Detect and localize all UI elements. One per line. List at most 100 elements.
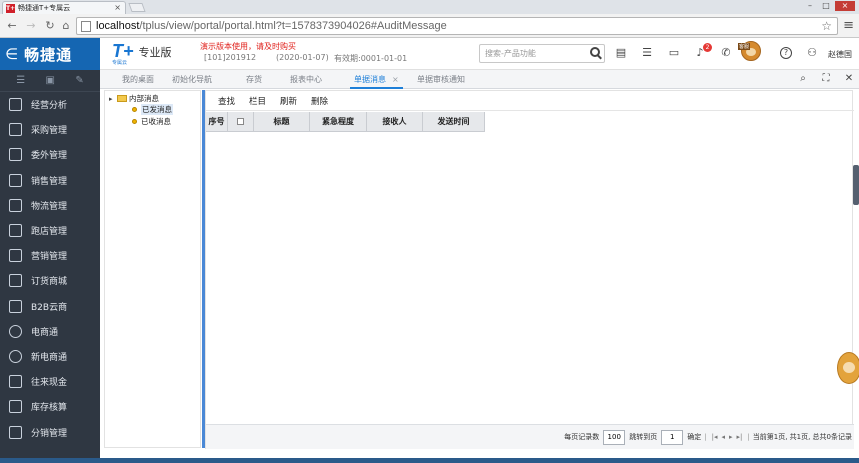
home-icon[interactable]: ⌂ [59,19,73,33]
jump-page-input[interactable] [661,429,684,445]
app-header: ∈ 畅捷通 T+ 专属云 专业版 演示版本使用，请及时购买 [101]20191… [0,38,859,70]
search-input[interactable] [485,49,585,58]
sidebar-item-label: B2B云商 [31,302,68,313]
demo-warning[interactable]: 演示版本使用，请及时购买 [200,41,296,52]
tree-expander-icon[interactable]: ▸ [109,95,115,103]
help-icon[interactable]: ? [780,47,792,59]
side-drawer-handle[interactable] [853,165,859,205]
column-header-sent-time[interactable]: 发送时间 [423,112,485,132]
close-window-icon[interactable]: × [835,1,855,11]
next-page-icon[interactable]: ▸ [729,433,733,441]
message-icon[interactable]: ▭ [668,47,680,59]
close-icon[interactable]: ✕ [843,73,855,85]
query-button[interactable]: 查找 [218,95,235,107]
url-text: localhost/tplus/view/portal/portal.html?… [96,20,447,32]
sidebar-item-sales[interactable]: 销售管理 [0,168,100,193]
tab-approval-notice[interactable]: 单据审核通知 [413,70,469,89]
mascot-label: 客服 [738,43,751,50]
chart-icon [9,98,22,112]
menu-lines-icon[interactable]: ☰ [16,75,25,86]
pager: 每页记录数 跳转到页 确定 | |◂ ◂ ▸ ▸| | 当前第1页, 共1页, … [206,424,854,449]
phone-icon[interactable]: ✆ [720,47,732,59]
sidebar-item-outsource[interactable]: 委外管理 [0,142,100,167]
brand-logo[interactable]: ∈ 畅捷通 [0,38,100,70]
search-icon[interactable] [590,47,600,57]
browser-menu-icon[interactable]: ≡ [843,18,854,33]
sidebar-item-ecommerce[interactable]: 电商通 [0,319,100,344]
sidebar-item-mall[interactable]: 订货商城 [0,268,100,293]
sidebar-item-label: 销售管理 [31,176,68,187]
product-logo: T+ 专属云 专业版 [112,42,172,66]
column-header-index: 序号 [206,112,228,132]
document-icon[interactable]: ▣ [46,75,55,86]
tab-init-guide[interactable]: 初始化导航 [168,70,216,89]
confirm-button[interactable]: 确定 [687,432,701,442]
last-page-icon[interactable]: ▸| [737,433,743,441]
close-tab-icon[interactable]: × [392,75,399,84]
message-tree: ▸ 内部消息 已发消息 已收消息 [104,90,201,448]
close-tab-icon[interactable]: × [114,3,121,12]
column-header-title[interactable]: 标题 [254,112,310,132]
column-header-select [228,112,254,132]
maximize-icon[interactable]: □ [819,1,833,11]
per-page-input[interactable] [603,429,626,445]
forward-icon[interactable]: → [24,19,38,33]
sidebar-item-label: 库存核算 [31,403,68,414]
tab-report-center[interactable]: 报表中心 [286,70,326,89]
leaf-node-icon [132,119,137,124]
sidebar-item-label: 往来现金 [31,378,68,389]
tab-inventory[interactable]: 存货 [242,70,266,89]
tasklist-icon[interactable]: ☰ [641,47,653,59]
app-favicon-icon: T+ [6,3,16,13]
sidebar-item-cashflow[interactable]: 往来现金 [0,369,100,394]
calculator-icon[interactable]: ▤ [615,47,627,59]
window-controls: – □ × [803,1,855,11]
reload-icon[interactable]: ↻ [43,19,57,33]
floating-mascot-icon[interactable] [837,352,859,384]
url-field[interactable]: localhost/tplus/view/portal/portal.html?… [76,17,838,35]
sidebar-item-label: 营销管理 [31,252,68,263]
sidebar-item-logistics[interactable]: 物流管理 [0,193,100,218]
tab-document-messages[interactable]: 单据消息 × [350,70,403,89]
new-tab-button[interactable] [128,3,146,12]
sidebar-item-purchase[interactable]: 采购管理 [0,117,100,142]
columns-button[interactable]: 栏目 [249,95,266,107]
user-avatar-icon[interactable]: ⚇ [806,47,818,59]
folder-icon [117,95,127,102]
tab-my-desktop[interactable]: 我的桌面 [118,70,158,89]
prev-page-icon[interactable]: ◂ [721,433,725,441]
search-icon[interactable]: ⌕ [797,73,809,85]
sidebar-item-inventory[interactable]: 库存核算 [0,394,100,419]
sidebar-item-distribution[interactable]: 分销管理 [0,419,100,444]
pager-divider: | [747,433,750,441]
fullscreen-icon[interactable]: ⛶ [820,73,832,85]
first-page-icon[interactable]: |◂ [712,433,718,441]
search-box[interactable] [479,44,605,63]
mall-icon [9,274,22,288]
account-id: [101]201912 [204,53,257,62]
refresh-button[interactable]: 刷新 [280,95,297,107]
sidebar-item-marketing[interactable]: 营销管理 [0,243,100,268]
minimize-icon[interactable]: – [803,1,817,11]
column-header-urgency[interactable]: 紧急程度 [310,112,367,132]
sidebar-tools: ☰ ▣ ✎ [0,70,100,92]
bookmark-star-icon[interactable]: ☆ [821,19,832,33]
sidebar-item-analysis[interactable]: 经营分析 [0,92,100,117]
b2b-icon [9,299,22,313]
tree-item-sent[interactable]: 已发消息 [132,104,173,115]
back-icon[interactable]: ← [5,19,19,33]
edit-icon[interactable]: ✎ [75,75,83,86]
browser-tab[interactable]: T+ 畅捷通T+专属云 × [2,1,126,14]
column-header-recipient[interactable]: 接收人 [367,112,423,132]
tree-root-internal-messages[interactable]: ▸ 内部消息 [109,93,159,104]
tree-item-received[interactable]: 已收消息 [132,116,171,127]
account-date: (2020-01-07) [276,53,329,62]
tree-item-label: 已收消息 [141,117,171,126]
sidebar-item-new-ecommerce[interactable]: 新电商通 [0,344,100,369]
sales-icon [9,173,22,187]
delete-button[interactable]: 删除 [311,95,328,107]
user-name[interactable]: 赵德国 [828,49,852,60]
sidebar-item-b2b[interactable]: B2B云商 [0,294,100,319]
select-all-checkbox[interactable] [237,118,244,125]
sidebar-item-store-visit[interactable]: 跑店管理 [0,218,100,243]
